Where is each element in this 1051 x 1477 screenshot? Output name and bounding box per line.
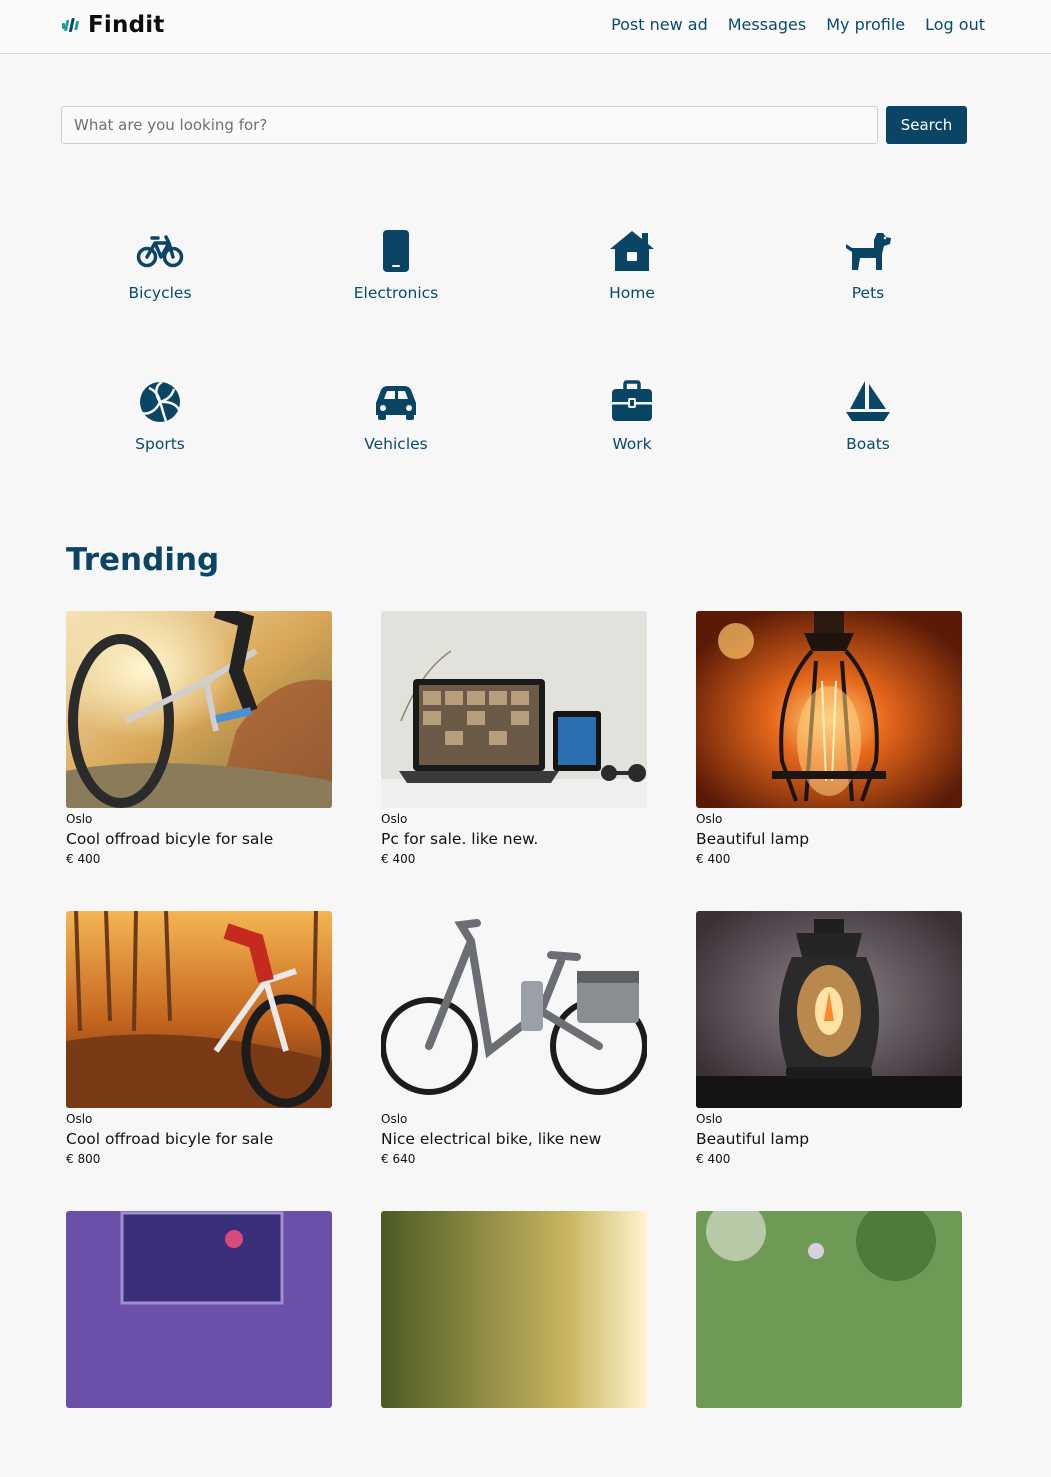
- category-work[interactable]: Work: [514, 377, 750, 455]
- category-home[interactable]: Home: [514, 226, 750, 304]
- brand-logo[interactable]: Findit: [62, 12, 165, 38]
- bicycle-icon: [136, 235, 184, 268]
- listing-price: € 800: [66, 1152, 101, 1166]
- category-vehicles[interactable]: Vehicles: [278, 377, 514, 455]
- listing-location: Oslo: [696, 812, 723, 826]
- listing-image: [381, 911, 647, 1108]
- listing-image: [696, 1211, 962, 1408]
- listing-image: [696, 911, 962, 1108]
- listing-location: Oslo: [66, 1112, 93, 1126]
- listing-title: Beautiful lamp: [696, 1130, 810, 1148]
- listing-price: € 400: [696, 852, 731, 866]
- category-sports[interactable]: Sports: [42, 377, 278, 455]
- listing-title: Nice electrical bike, like new: [381, 1130, 602, 1148]
- car-icon: [376, 386, 416, 420]
- listing-location: Oslo: [381, 1112, 408, 1126]
- brand-name: Findit: [88, 12, 165, 38]
- category-bicycles[interactable]: Bicycles: [42, 226, 278, 304]
- listing-image: [66, 1211, 332, 1408]
- listing-location: Oslo: [66, 812, 93, 826]
- listing-image: [696, 611, 962, 808]
- listing-price: € 400: [696, 1152, 731, 1166]
- listing-card[interactable]: Oslo Beautiful lamp € 400: [696, 611, 962, 877]
- top-navbar: Findit Post new ad Messages My profile L…: [0, 0, 1051, 54]
- logo-bars-icon: [62, 18, 79, 32]
- listing-card[interactable]: Oslo Beautiful lamp € 400: [696, 911, 962, 1177]
- sailboat-icon: [846, 381, 890, 421]
- listing-price: € 400: [66, 852, 101, 866]
- category-grid: Bicycles Electronics Home Pets Sports Ve…: [42, 226, 986, 455]
- briefcase-icon: [612, 380, 652, 421]
- category-label: Home: [609, 284, 655, 302]
- listing-image: [381, 1211, 647, 1408]
- listing-card[interactable]: [696, 1211, 962, 1477]
- dog-icon: [846, 233, 891, 270]
- category-label: Bicycles: [128, 284, 192, 302]
- listing-grid: Oslo Cool offroad bicyle for sale € 400: [66, 611, 962, 1477]
- nav-my-profile[interactable]: My profile: [826, 15, 905, 34]
- listing-title: Cool offroad bicyle for sale: [66, 830, 274, 848]
- listing-location: Oslo: [381, 812, 408, 826]
- listing-card[interactable]: Oslo Cool offroad bicyle for sale € 400: [66, 611, 332, 877]
- category-label: Boats: [846, 435, 890, 453]
- listing-location: Oslo: [696, 1112, 723, 1126]
- listing-card[interactable]: [66, 1211, 332, 1477]
- listing-image: [66, 911, 332, 1108]
- listing-image: [66, 611, 332, 808]
- search-bar: Search: [61, 106, 967, 144]
- listing-title: Beautiful lamp: [696, 830, 810, 848]
- listing-card[interactable]: [381, 1211, 647, 1477]
- listing-price: € 400: [381, 852, 416, 866]
- category-label: Work: [612, 435, 652, 453]
- nav-log-out[interactable]: Log out: [925, 15, 985, 34]
- listing-title: Cool offroad bicyle for sale: [66, 1130, 274, 1148]
- volleyball-icon: [140, 380, 181, 422]
- nav-post-new-ad[interactable]: Post new ad: [611, 15, 708, 34]
- listing-image: [381, 611, 647, 808]
- phone-icon: [383, 230, 409, 272]
- category-pets[interactable]: Pets: [750, 226, 986, 304]
- category-label: Sports: [135, 435, 185, 453]
- listing-title: Pc for sale. like new.: [381, 830, 539, 848]
- house-icon: [610, 231, 654, 271]
- category-boats[interactable]: Boats: [750, 377, 986, 455]
- category-label: Electronics: [353, 284, 439, 302]
- listing-card[interactable]: Oslo Pc for sale. like new. € 400: [381, 611, 647, 877]
- listing-card[interactable]: Oslo Cool offroad bicyle for sale € 800: [66, 911, 332, 1177]
- main-nav: Post new ad Messages My profile Log out: [611, 15, 985, 34]
- search-button[interactable]: Search: [886, 106, 967, 144]
- category-label: Pets: [851, 284, 885, 302]
- listing-price: € 640: [381, 1152, 416, 1166]
- listing-card[interactable]: Oslo Nice electrical bike, like new € 64…: [381, 911, 647, 1177]
- category-label: Vehicles: [364, 435, 428, 453]
- trending-heading: Trending: [66, 542, 220, 578]
- nav-messages[interactable]: Messages: [728, 15, 806, 34]
- category-electronics[interactable]: Electronics: [278, 226, 514, 304]
- search-input[interactable]: [61, 106, 878, 144]
